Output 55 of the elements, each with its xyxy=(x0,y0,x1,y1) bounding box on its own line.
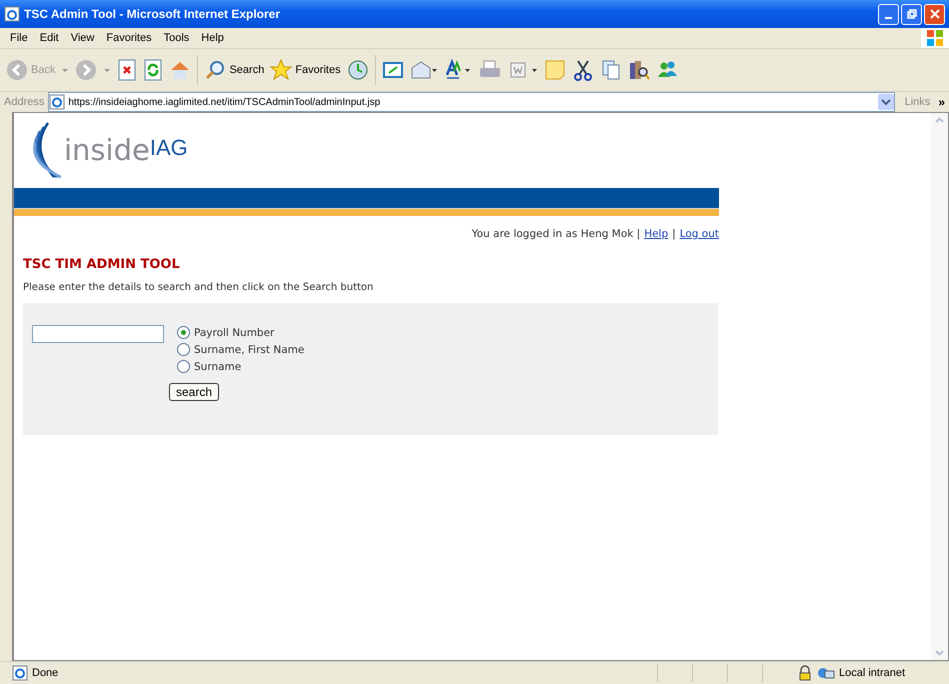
help-link[interactable]: Help xyxy=(644,228,668,240)
mail-icon[interactable] xyxy=(410,59,438,81)
menu-item[interactable]: Edit xyxy=(34,32,65,44)
radio-button[interactable] xyxy=(177,343,190,356)
search-button[interactable]: Search xyxy=(204,59,264,81)
forward-icon[interactable] xyxy=(75,59,98,81)
separator-text: | xyxy=(672,228,676,240)
page-heading: TSC TIM ADMIN TOOL xyxy=(23,257,181,272)
status-text: Done xyxy=(32,667,60,679)
radio-button[interactable] xyxy=(177,326,190,339)
star-icon xyxy=(270,59,292,81)
font-size-icon[interactable] xyxy=(444,59,472,81)
page-icon xyxy=(49,94,66,110)
search-submit-button[interactable]: search xyxy=(169,383,220,401)
minimize-icon xyxy=(885,17,892,19)
address-field[interactable]: https://insideiaghome.iaglimited.net/itim/TSCAdminTool/adminInput.jsp xyxy=(48,92,895,112)
menu-item[interactable]: Favorites xyxy=(100,32,158,44)
search-icon xyxy=(204,59,226,81)
windows-flag-icon xyxy=(921,28,949,48)
radio-label[interactable]: Surname xyxy=(194,360,242,372)
logo-text: inside xyxy=(64,132,150,166)
search-input[interactable] xyxy=(32,325,164,343)
lock-icon xyxy=(797,665,813,681)
radio-label[interactable]: Surname, First Name xyxy=(194,344,304,356)
browser-icon xyxy=(4,6,20,22)
menu-item[interactable]: View xyxy=(64,32,100,44)
instructions-text: Please enter the details to search and then click on the Search button xyxy=(23,282,374,293)
address-label: Address xyxy=(4,96,44,108)
stop-icon[interactable] xyxy=(117,59,138,81)
login-text: You are logged in as Heng Mok | xyxy=(472,228,640,240)
radio-button[interactable] xyxy=(177,360,190,373)
copy-icon[interactable] xyxy=(600,59,622,81)
restore-icon xyxy=(906,8,918,20)
close-icon xyxy=(928,8,940,20)
logo-mark-text: IAG xyxy=(150,135,188,161)
window-title: TSC Admin Tool - Microsoft Internet Explorer xyxy=(24,7,282,21)
window-icon[interactable] xyxy=(382,59,404,81)
zone-text: Local intranet xyxy=(839,667,906,679)
research-icon[interactable] xyxy=(628,59,650,81)
scissors-icon[interactable] xyxy=(572,59,594,81)
history-icon[interactable] xyxy=(346,59,369,81)
menu-item[interactable]: File xyxy=(4,32,34,44)
favorites-button[interactable]: Favorites xyxy=(270,59,341,81)
logout-link[interactable]: Log out xyxy=(680,228,719,240)
chevron-button[interactable]: » xyxy=(938,95,949,109)
close-button[interactable] xyxy=(924,4,945,24)
minimize-button[interactable] xyxy=(878,4,899,24)
restore-button[interactable] xyxy=(901,4,922,24)
menu-item[interactable]: Help xyxy=(195,32,230,44)
page-icon xyxy=(12,665,28,681)
home-icon[interactable] xyxy=(169,59,192,81)
radio-label[interactable]: Payroll Number xyxy=(194,326,274,338)
refresh-icon[interactable] xyxy=(143,59,164,81)
menu-item[interactable]: Tools xyxy=(158,32,196,44)
network-icon xyxy=(817,665,835,681)
